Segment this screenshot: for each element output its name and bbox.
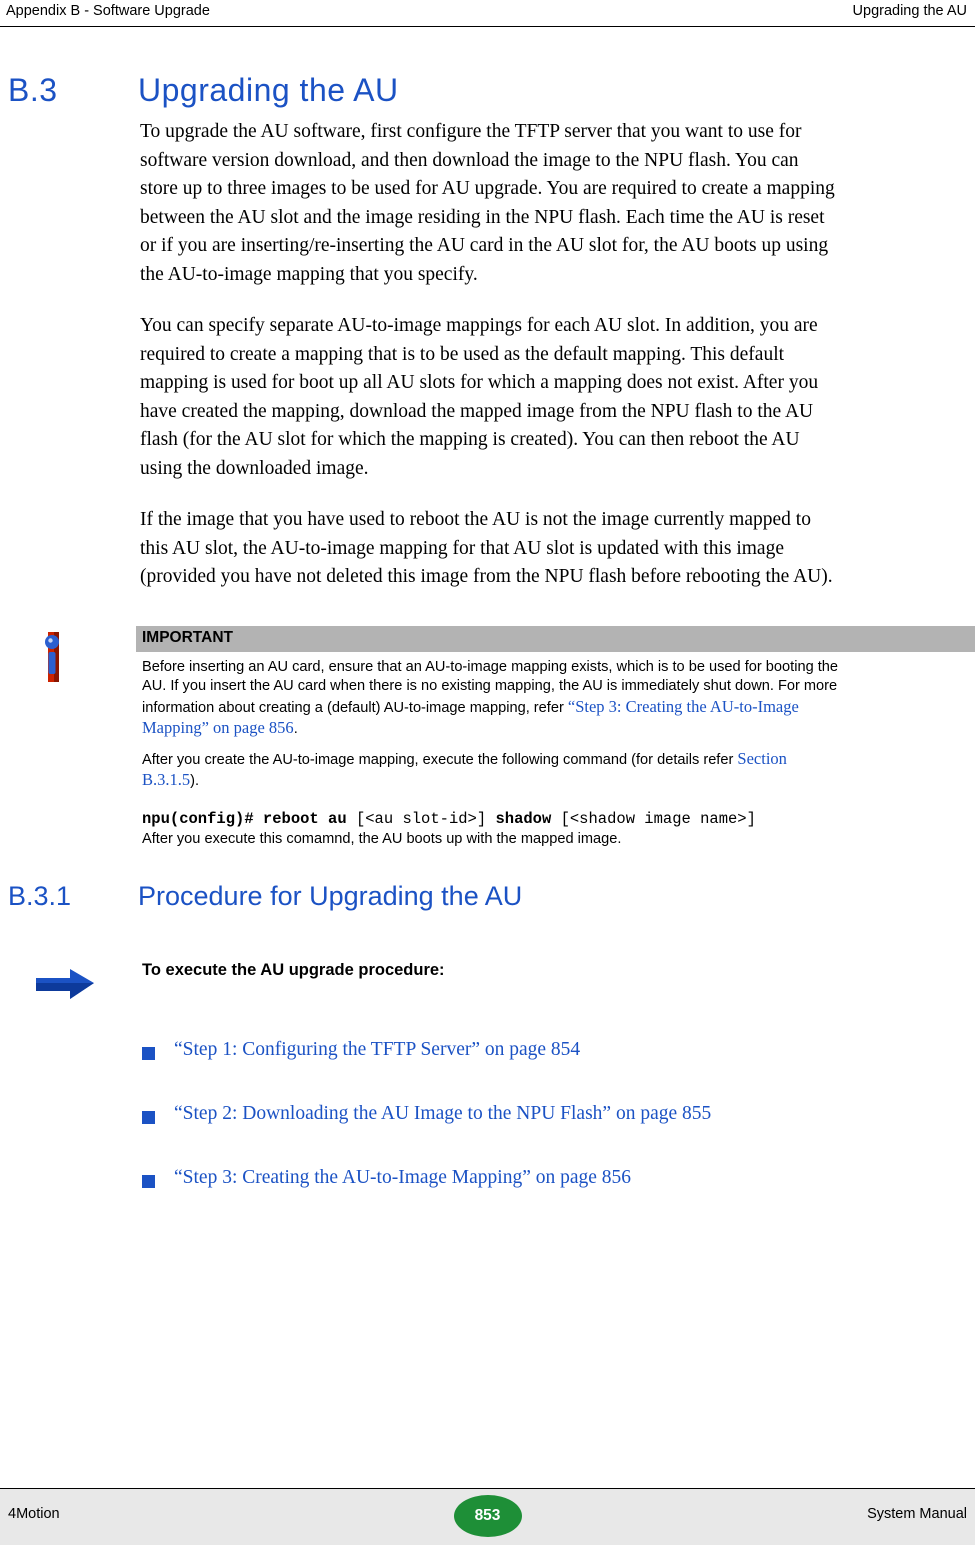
page-content: B.3 Upgrading the AU To upgrade the AU s…	[0, 26, 975, 1233]
subsection-title: Procedure for Upgrading the AU	[138, 881, 523, 911]
page-header: Appendix B - Software Upgrade Upgrading …	[0, 0, 975, 27]
procedure-block: To execute the AU upgrade procedure:	[0, 961, 975, 1005]
note-paragraph-2: After you create the AU-to-image mapping…	[142, 749, 842, 792]
subsection-heading: B.3.1 Procedure for Upgrading the AU	[0, 881, 975, 923]
square-bullet-icon	[142, 1111, 155, 1124]
procedure-title: To execute the AU upgrade procedure:	[142, 961, 445, 979]
page-number-badge: 853	[453, 1495, 522, 1537]
header-left-text: Appendix B - Software Upgrade	[6, 3, 210, 19]
command-keyword-2: shadow	[495, 809, 552, 828]
list-item[interactable]: “Step 2: Downloading the AU Image to the…	[142, 1103, 975, 1135]
list-item[interactable]: “Step 3: Creating the AU-to-Image Mappin…	[142, 1167, 975, 1199]
list-item[interactable]: “Step 1: Configuring the TFTP Server” on…	[142, 1039, 975, 1071]
procedure-step-list: “Step 1: Configuring the TFTP Server” on…	[0, 1039, 975, 1199]
note-paragraph-1-tail: .	[293, 721, 298, 737]
command-keyword-1: npu(config)# reboot au	[142, 809, 347, 828]
section-heading: B.3 Upgrading the AU	[0, 72, 975, 118]
blue-arrow-icon	[34, 967, 98, 1006]
header-right-text: Upgrading the AU	[852, 3, 967, 19]
footer-doc-title: System Manual	[867, 1506, 967, 1522]
important-note-label: IMPORTANT	[142, 628, 233, 646]
subsection-number: B.3.1	[8, 881, 72, 911]
body-paragraph-3: If the image that you have used to reboo…	[140, 509, 833, 587]
page-footer: 4Motion 853 System Manual	[0, 1488, 975, 1545]
note-paragraph-2-text: After you create the AU-to-image mapping…	[142, 751, 738, 768]
step-link-1[interactable]: “Step 1: Configuring the TFTP Server” on…	[174, 1039, 580, 1061]
body-paragraph-2: You can specify separate AU-to-image map…	[140, 315, 819, 479]
command-arg-2: [<shadow image name>]	[551, 809, 756, 828]
important-note-body: Before inserting an AU card, ensure that…	[142, 652, 842, 792]
important-info-icon	[36, 630, 78, 686]
note-paragraph-3: After you execute this comamnd, the AU b…	[142, 830, 622, 847]
square-bullet-icon	[142, 1047, 155, 1060]
square-bullet-icon	[142, 1175, 155, 1188]
important-note-bar: IMPORTANT	[136, 625, 975, 652]
note-command-line: npu(config)# reboot au [<au slot-id>] sh…	[142, 810, 902, 828]
step-link-3[interactable]: “Step 3: Creating the AU-to-Image Mappin…	[174, 1167, 631, 1189]
important-note-block: IMPORTANT Before inserting an AU card, e…	[0, 625, 975, 850]
footer-brand: 4Motion	[8, 1506, 60, 1522]
section-number: B.3	[8, 72, 58, 108]
note-body-after-command: After you execute this comamnd, the AU b…	[142, 828, 842, 850]
step-link-2[interactable]: “Step 2: Downloading the AU Image to the…	[174, 1103, 711, 1125]
command-arg-1: [<au slot-id>]	[346, 809, 496, 828]
note-paragraph-1: Before inserting an AU card, ensure that…	[142, 658, 842, 740]
body-paragraph-1: To upgrade the AU software, first config…	[140, 121, 835, 285]
note-paragraph-2-tail: ).	[190, 773, 200, 789]
section-title: Upgrading the AU	[138, 72, 399, 108]
